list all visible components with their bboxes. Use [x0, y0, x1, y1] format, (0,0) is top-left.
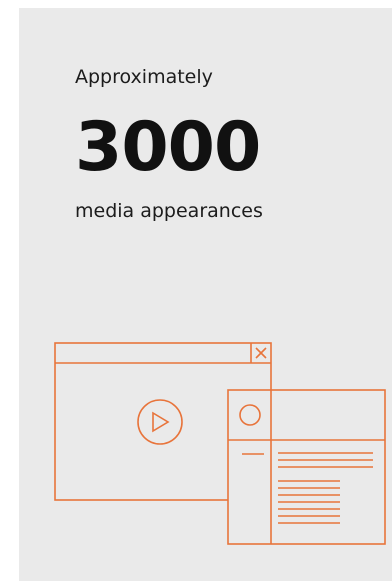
play-icon	[137, 399, 183, 445]
stat-caption: media appearances	[75, 200, 263, 222]
close-icon	[255, 347, 267, 359]
media-illustration	[54, 342, 386, 545]
stat-number: 3000	[75, 108, 261, 187]
stat-intro-text: Approximately	[75, 66, 213, 88]
